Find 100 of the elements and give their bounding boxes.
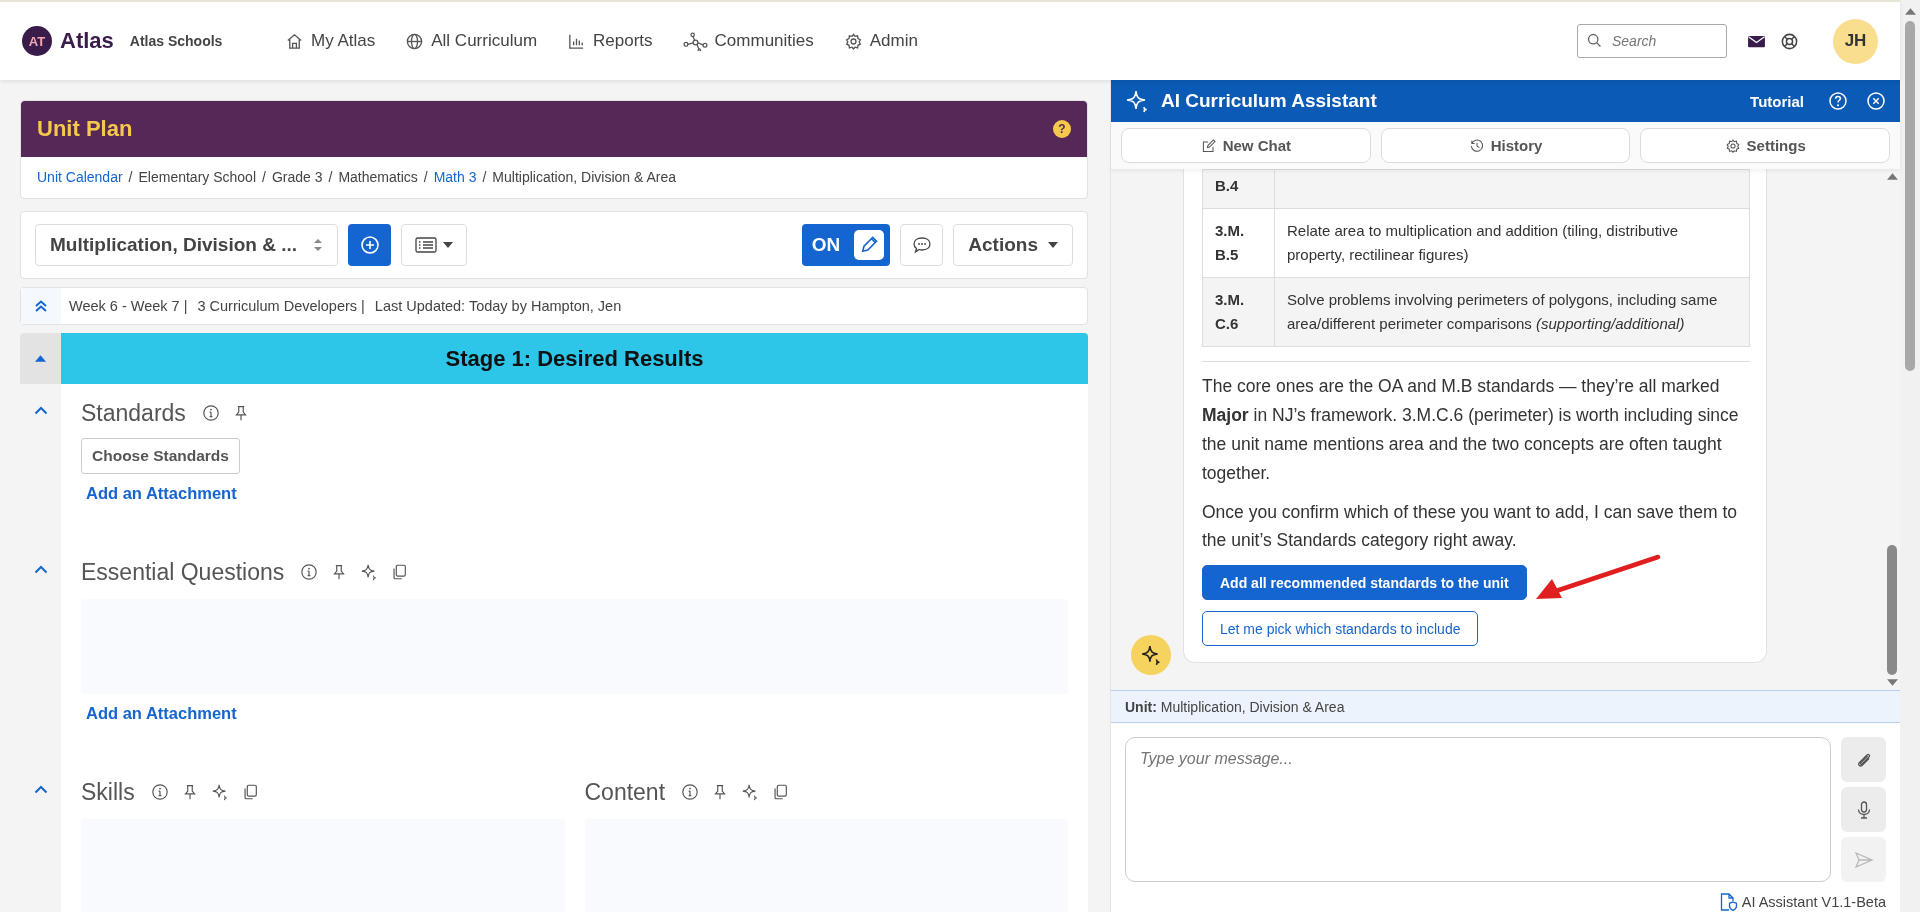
page-title: Unit Plan bbox=[37, 116, 133, 142]
nav-link[interactable]: Reports bbox=[567, 31, 653, 51]
breadcrumb-separator: / bbox=[423, 169, 428, 185]
chevron-icon[interactable] bbox=[33, 406, 48, 415]
logo-mark[interactable]: AT bbox=[22, 26, 52, 56]
page-scrollbar[interactable] bbox=[1900, 0, 1920, 912]
standard-code-cell: 3.M. C.6 bbox=[1202, 277, 1275, 347]
list-icon bbox=[415, 237, 437, 253]
version-label: AI Assistant V1.1-Beta bbox=[1741, 894, 1886, 910]
attach-button[interactable] bbox=[1841, 737, 1886, 782]
section-heading: Skills bbox=[81, 778, 135, 806]
sort-caret-icon bbox=[313, 237, 323, 253]
add-attachment-link[interactable]: Add an Attachment bbox=[86, 704, 237, 723]
pencil-icon bbox=[854, 230, 885, 260]
nav-link[interactable]: My Atlas bbox=[285, 31, 376, 51]
nav-link[interactable]: Communities bbox=[682, 31, 814, 51]
context-label: Unit: Multiplication, Division & Area bbox=[1125, 698, 1345, 715]
caret-icon bbox=[35, 355, 46, 362]
info-icon[interactable] bbox=[150, 783, 169, 801]
copy-icon[interactable] bbox=[771, 783, 790, 801]
breadcrumb-separator: / bbox=[262, 169, 266, 185]
section-heading: Content bbox=[584, 778, 666, 806]
standard-description-cell: Solve problems involving perimeters of polygons, including same area/different perimeter comparisons (supporting/additional) bbox=[1274, 277, 1750, 347]
lifebuoy-icon[interactable] bbox=[1780, 31, 1799, 51]
assistant-tab[interactable]: History bbox=[1380, 128, 1631, 163]
user-avatar[interactable]: JH bbox=[1833, 18, 1878, 64]
breadcrumb-link[interactable]: Unit Calendar bbox=[37, 169, 123, 185]
globe-icon bbox=[405, 31, 425, 51]
sparkle-icon[interactable] bbox=[360, 563, 379, 581]
house-icon bbox=[285, 31, 304, 51]
caret-icon bbox=[1048, 242, 1058, 248]
breadcrumb-link[interactable]: Math 3 bbox=[433, 169, 477, 185]
brand-name[interactable]: Atlas bbox=[60, 28, 114, 54]
standard-code-cell: 3.M. B.5 bbox=[1202, 208, 1275, 278]
unit-select[interactable]: Multiplication, Division & ... bbox=[35, 224, 338, 266]
tutorial-link[interactable]: Tutorial bbox=[1750, 92, 1804, 110]
scroll-down-icon[interactable] bbox=[1886, 679, 1898, 686]
standard-description-cell: Relate area to multiplication and addition (tiling, distributive property, rectilinear figures) bbox=[1274, 208, 1750, 278]
breadcrumb-separator: / bbox=[482, 169, 487, 185]
suggestion-button[interactable]: Add all recommended standards to the unit bbox=[1202, 565, 1527, 601]
microphone-button[interactable] bbox=[1841, 787, 1886, 832]
scrollbar-thumb[interactable] bbox=[1905, 21, 1915, 371]
info-icon[interactable] bbox=[300, 563, 319, 581]
breadcrumb-separator: / bbox=[128, 169, 133, 185]
message-input[interactable]: Type your message... bbox=[1125, 737, 1831, 882]
breadcrumb-item: Multiplication, Division & Area bbox=[492, 169, 676, 185]
double-chevron-icon[interactable] bbox=[21, 288, 61, 324]
actions-dropdown[interactable]: Actions bbox=[953, 224, 1073, 266]
edit-icon bbox=[1200, 137, 1217, 154]
close-icon[interactable] bbox=[1866, 91, 1886, 111]
help-button[interactable]: ? bbox=[1053, 120, 1071, 138]
copy-icon[interactable] bbox=[390, 563, 409, 581]
scroll-up-icon[interactable] bbox=[1904, 8, 1916, 15]
breadcrumb-item: Elementary School bbox=[138, 169, 256, 185]
network-icon bbox=[682, 31, 708, 51]
sparkle-icon[interactable] bbox=[741, 783, 760, 801]
stage-header: Stage 1: Desired Results bbox=[61, 333, 1088, 384]
settings-icon bbox=[1724, 137, 1741, 154]
settings-icon bbox=[843, 31, 863, 51]
choose-standards-button[interactable]: Choose Standards bbox=[81, 438, 240, 474]
sparkle-icon bbox=[1140, 644, 1162, 666]
add-attachment-link[interactable]: Add an Attachment bbox=[86, 484, 237, 503]
unit-meta-text: Last Updated: Today by Hampton, Jen bbox=[374, 298, 622, 314]
history-icon bbox=[1468, 137, 1485, 154]
message-paragraph: Once you confirm which of these you want to add, I can save them to the unit’s Standards category right away. bbox=[1202, 500, 1738, 553]
sparkle-icon[interactable] bbox=[210, 783, 229, 801]
search-field[interactable]: Search bbox=[1577, 24, 1727, 58]
assistant-tab[interactable]: New Chat bbox=[1121, 128, 1371, 163]
standard-code-cell: B.4 bbox=[1202, 169, 1275, 209]
scroll-up-icon[interactable] bbox=[1886, 173, 1898, 180]
help-icon[interactable] bbox=[1828, 91, 1848, 111]
unit-meta-text: Week 6 - Week 7 | bbox=[69, 298, 188, 314]
info-icon[interactable] bbox=[681, 783, 700, 801]
info-icon[interactable] bbox=[201, 404, 220, 422]
comment-button[interactable] bbox=[900, 224, 944, 266]
breadcrumb-separator: / bbox=[328, 169, 333, 185]
nav-link[interactable]: All Curriculum bbox=[405, 31, 538, 51]
caret-icon bbox=[443, 242, 453, 248]
section-heading: Essential Questions bbox=[81, 558, 285, 586]
send-icon bbox=[1853, 849, 1874, 870]
speech-bubble-icon bbox=[911, 235, 932, 255]
chevron-icon[interactable] bbox=[33, 565, 48, 574]
edit-toggle[interactable]: ON bbox=[801, 224, 891, 266]
plus-circle-icon bbox=[359, 235, 380, 255]
assistant-tab[interactable]: Settings bbox=[1640, 128, 1890, 163]
mail-icon[interactable] bbox=[1747, 33, 1766, 49]
breadcrumb-item: Grade 3 bbox=[271, 169, 323, 185]
scrollbar-thumb[interactable] bbox=[1887, 545, 1897, 675]
panel-title: AI Curriculum Assistant bbox=[1161, 90, 1377, 112]
view-menu-button[interactable] bbox=[401, 224, 467, 266]
unit-meta-text: 3 Curriculum Developers | bbox=[197, 298, 365, 314]
nav-link[interactable]: Admin bbox=[843, 31, 918, 51]
message-paragraph: The core ones are the OA and M.B standards — they’re all marked Major in NJ’s framework. 3.M.C.6 (perimeter) is worth including since the unit name mentions area and the two concepts are often taught together. bbox=[1202, 375, 1740, 485]
chevron-icon[interactable] bbox=[33, 785, 48, 794]
search-icon bbox=[1586, 32, 1603, 49]
breadcrumb-item: Mathematics bbox=[338, 169, 418, 185]
school-name: Atlas Schools bbox=[129, 33, 223, 49]
section-heading: Standards bbox=[81, 399, 186, 427]
add-button[interactable] bbox=[348, 224, 391, 266]
suggestion-button[interactable]: Let me pick which standards to include bbox=[1202, 611, 1479, 647]
